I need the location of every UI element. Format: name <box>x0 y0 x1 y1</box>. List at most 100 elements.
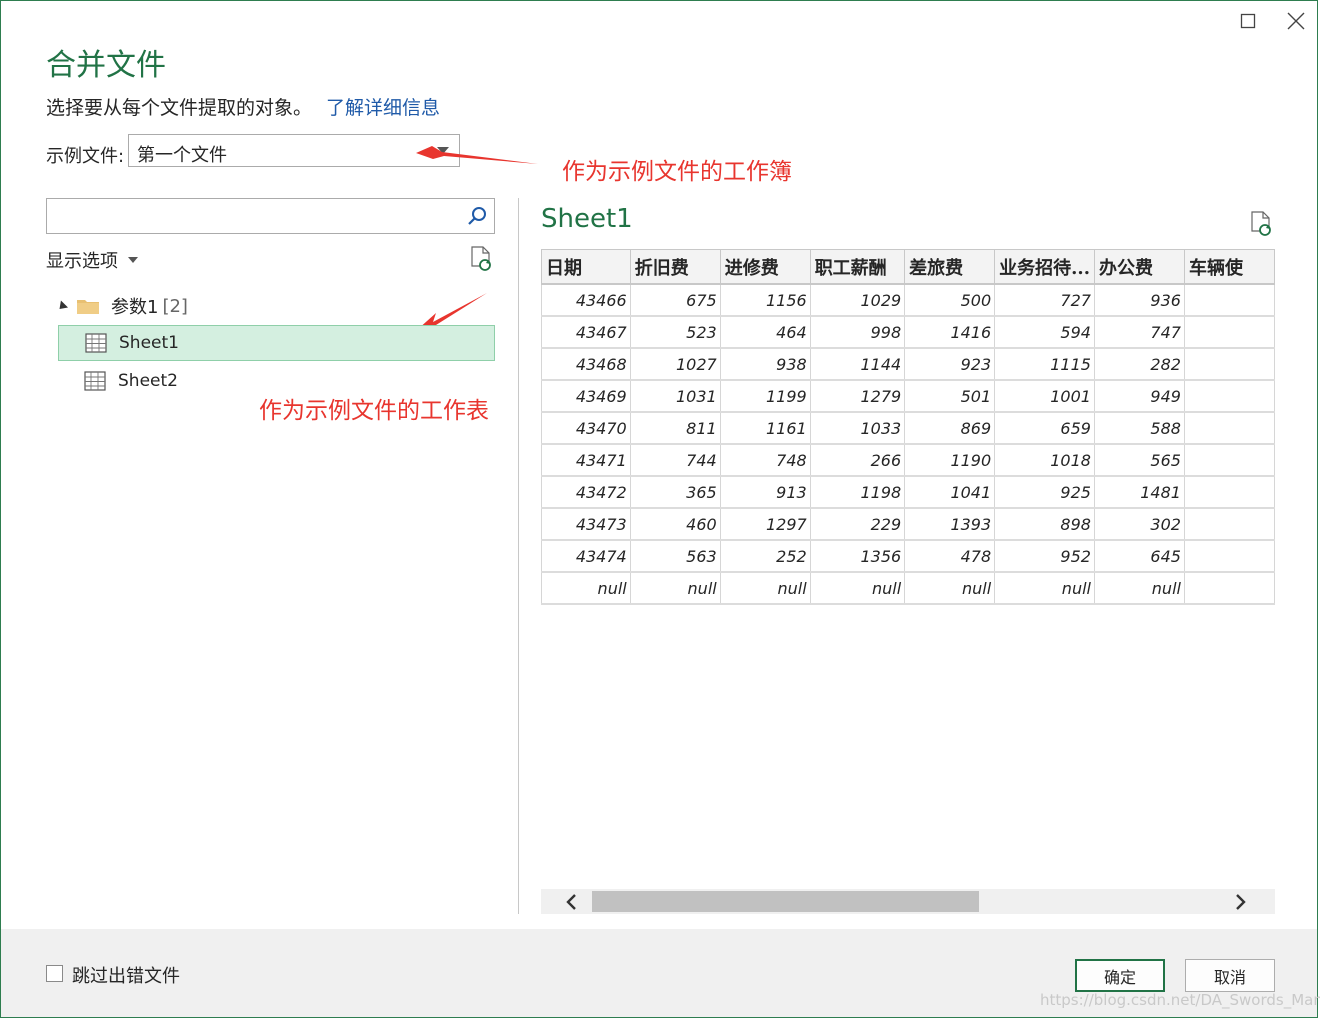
tree-item-label: Sheet1 <box>119 333 179 353</box>
close-button[interactable] <box>1283 8 1309 34</box>
table-cell: null <box>629 572 721 605</box>
table-cell: 938 <box>719 348 811 381</box>
column-header: 进修费 <box>719 249 811 285</box>
table-cell <box>1183 284 1275 317</box>
tree-item-sheet2[interactable]: Sheet2 <box>58 363 495 399</box>
ok-button[interactable]: 确定 <box>1075 959 1165 992</box>
table-cell: 523 <box>629 316 721 349</box>
table-cell: 645 <box>1093 540 1185 573</box>
table-cell: 43467 <box>541 316 631 349</box>
table-cell: 1144 <box>809 348 906 381</box>
table-cell: 952 <box>994 540 1095 573</box>
annotation-workbook: 作为示例文件的工作簿 <box>562 159 792 185</box>
search-input[interactable] <box>51 203 455 231</box>
chevron-left-icon <box>566 893 576 910</box>
table-cell: 1161 <box>719 412 811 445</box>
horizontal-scrollbar[interactable] <box>541 889 1275 914</box>
table-icon <box>85 333 107 353</box>
learn-more-link[interactable]: 了解详细信息 <box>326 93 440 120</box>
scroll-right-button[interactable] <box>1231 891 1251 912</box>
collapse-arrow-icon[interactable] <box>55 299 69 313</box>
scrollbar-thumb[interactable] <box>592 891 979 912</box>
table-row: 43472 365 913 1198 1041 925 1481 <box>541 476 1275 509</box>
table-cell: 43473 <box>541 508 631 541</box>
pane-divider[interactable] <box>518 198 519 914</box>
table-cell <box>1183 476 1275 509</box>
column-header: 业务招待... <box>994 249 1095 285</box>
table-cell: 43471 <box>541 444 631 477</box>
table-cell: 923 <box>904 348 996 381</box>
table-cell: 1041 <box>904 476 996 509</box>
table-row: null null null null null null null <box>541 572 1275 605</box>
table-cell: 1279 <box>809 380 906 413</box>
table-cell: 43469 <box>541 380 631 413</box>
column-header: 车辆使 <box>1183 249 1275 285</box>
table-cell <box>1183 540 1275 573</box>
table-cell: 898 <box>994 508 1095 541</box>
table-cell: 229 <box>809 508 906 541</box>
table-cell: 478 <box>904 540 996 573</box>
search-box[interactable] <box>46 198 495 234</box>
refresh-preview-icon[interactable] <box>1249 211 1273 237</box>
column-header: 差旅费 <box>904 249 996 285</box>
table-row: 43469 1031 1199 1279 501 1001 949 <box>541 380 1275 413</box>
table-cell: 563 <box>629 540 721 573</box>
table-cell: 43470 <box>541 412 631 445</box>
table-cell: 252 <box>719 540 811 573</box>
table-cell: 500 <box>904 284 996 317</box>
table-cell <box>1183 508 1275 541</box>
skip-errors-label: 跳过出错文件 <box>72 966 180 987</box>
table-cell: 594 <box>994 316 1095 349</box>
table-cell: 659 <box>994 412 1095 445</box>
table-cell: 1190 <box>904 444 996 477</box>
table-cell: 43474 <box>541 540 631 573</box>
table-cell: 1393 <box>904 508 996 541</box>
table-cell: 1481 <box>1093 476 1185 509</box>
tree-item-label: Sheet2 <box>118 371 178 391</box>
table-cell <box>1183 412 1275 445</box>
tree-root-label: 参数1 <box>111 297 159 318</box>
maximize-icon <box>1240 13 1256 29</box>
table-cell: 869 <box>904 412 996 445</box>
table-cell: 727 <box>994 284 1095 317</box>
maximize-button[interactable] <box>1235 8 1261 34</box>
watermark: https://blog.csdn.net/DA_Swords_Man <box>1040 991 1320 1009</box>
cancel-button[interactable]: 取消 <box>1185 959 1275 992</box>
scroll-left-button[interactable] <box>561 891 581 912</box>
table-cell: 1029 <box>809 284 906 317</box>
tree-root-count: [2] <box>162 295 188 317</box>
skip-errors-checkbox[interactable] <box>46 965 63 982</box>
table-cell: 1115 <box>994 348 1095 381</box>
table-cell: 1356 <box>809 540 906 573</box>
sample-file-label: 示例文件: <box>46 146 125 167</box>
table-cell: null <box>994 572 1095 605</box>
column-header: 职工薪酬 <box>809 249 906 285</box>
table-cell: 282 <box>1093 348 1185 381</box>
table-row: 43473 460 1297 229 1393 898 302 <box>541 508 1275 541</box>
tree-root-folder[interactable]: 参数1 [2] <box>55 292 188 320</box>
table-cell <box>1183 444 1275 477</box>
table-cell: 302 <box>1093 508 1185 541</box>
refresh-icon[interactable] <box>469 246 493 272</box>
display-options-button[interactable]: 显示选项 <box>46 247 138 273</box>
search-icon[interactable] <box>466 205 488 227</box>
folder-icon <box>77 300 99 314</box>
table-cell: 1198 <box>809 476 906 509</box>
tree-item-sheet1[interactable]: Sheet1 <box>58 325 495 361</box>
table-cell: null <box>904 572 996 605</box>
sample-file-value: 第一个文件 <box>137 145 227 166</box>
column-header: 折旧费 <box>629 249 721 285</box>
table-cell: 748 <box>719 444 811 477</box>
table-row: 43467 523 464 998 1416 594 747 <box>541 316 1275 349</box>
table-cell: 266 <box>809 444 906 477</box>
preview-title: Sheet1 <box>541 204 633 234</box>
chevron-down-icon <box>437 147 449 154</box>
dialog-subtitle: 选择要从每个文件提取的对象。 <box>46 97 313 119</box>
table-cell: 998 <box>809 316 906 349</box>
table-cell <box>1183 380 1275 413</box>
display-options-label: 显示选项 <box>46 251 118 272</box>
sample-file-dropdown[interactable]: 第一个文件 <box>128 134 460 167</box>
table-cell: 43466 <box>541 284 631 317</box>
table-cell <box>1183 572 1275 605</box>
table-row: 43474 563 252 1356 478 952 645 <box>541 540 1275 573</box>
